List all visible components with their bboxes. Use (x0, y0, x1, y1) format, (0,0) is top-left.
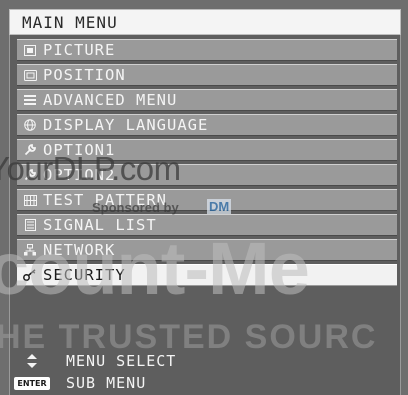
hint-sub-menu: ENTER SUB MENU (10, 373, 146, 393)
watermark-sponsor: Sponsored by (92, 200, 179, 215)
watermark-site: YourDLP.com (0, 150, 181, 187)
globe-icon (21, 117, 39, 133)
test-pattern-icon (21, 192, 39, 208)
position-icon (21, 67, 39, 83)
watermark-slogan: HE TRUSTED SOURC (0, 318, 378, 356)
menu-item-advanced-menu[interactable]: ADVANCED MENU (17, 89, 397, 111)
picture-icon (21, 42, 39, 58)
enter-key-icon: ENTER (14, 376, 50, 390)
menu-title: MAIN MENU (9, 9, 401, 35)
menu-item-position[interactable]: POSITION (17, 64, 397, 86)
menu-item-label: PICTURE (43, 40, 116, 59)
menu-item-display-language[interactable]: DISPLAY LANGUAGE (17, 114, 397, 136)
menu-item-label: POSITION (43, 65, 126, 84)
projector-osd: MAIN MENU PICTURE POSITION ADVANCED MENU (0, 0, 408, 395)
menu-item-label: DISPLAY LANGUAGE (43, 115, 209, 134)
advanced-menu-icon (21, 92, 39, 108)
hint-label: SUB MENU (66, 374, 147, 392)
menu-item-picture[interactable]: PICTURE (17, 39, 397, 61)
menu-item-label: ADVANCED MENU (43, 90, 178, 109)
watermark-brand: count-Me (0, 227, 310, 310)
watermark-sponsor-logo: DM (207, 199, 232, 214)
